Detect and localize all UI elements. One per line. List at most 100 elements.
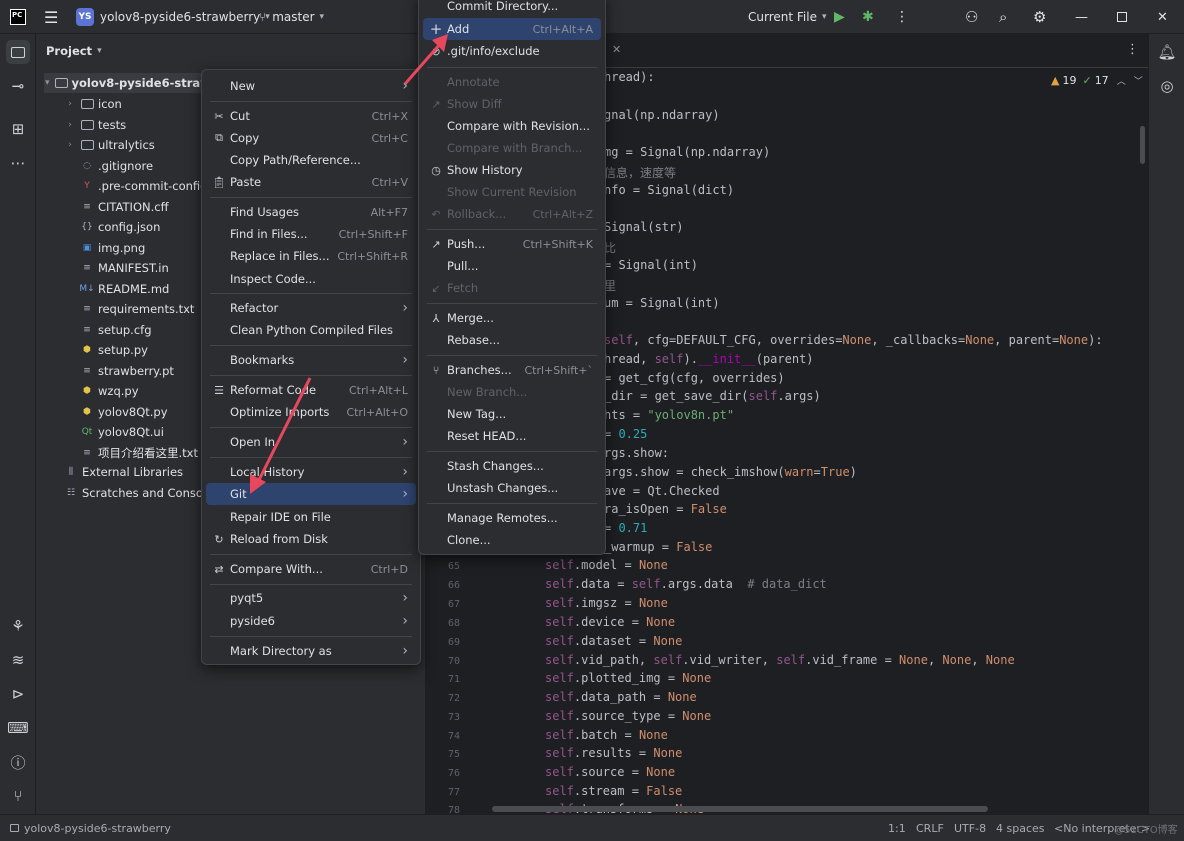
minimize-icon[interactable]: — — [1075, 0, 1088, 34]
menu-item-pyqt5[interactable]: pyqt5 › — [206, 587, 416, 609]
tree-folder[interactable]: › tests — [64, 115, 126, 135]
tree-file[interactable]: M↓ README.md — [79, 279, 169, 299]
more-tools-icon[interactable]: ⋯ — [6, 151, 30, 175]
menu-item-paste[interactable]: 📋︎ Paste Ctrl+V — [206, 171, 416, 193]
git-menu-item-unstash-changes[interactable]: Unstash Changes... — [423, 477, 601, 499]
git-menu-item-show-history[interactable]: ◷ Show History — [423, 159, 601, 181]
menu-item-pyside6[interactable]: pyside6 › — [206, 610, 416, 632]
git-menu-item-commit-directory[interactable]: Commit Directory... — [423, 0, 601, 17]
tree-file[interactable]: ⬢ setup.py — [80, 340, 148, 360]
menu-item-clean-python-compiled[interactable]: Clean Python Compiled Files — [206, 319, 416, 341]
tree-file[interactable]: ≡ requirements.txt — [80, 299, 194, 319]
menu-item-copy[interactable]: ⧉ Copy Ctrl+C — [206, 127, 416, 149]
tree-file[interactable]: ▣ img.png — [80, 238, 146, 258]
menu-item-compare-with[interactable]: ⇄ Compare With... Ctrl+D — [206, 558, 416, 580]
main-menu-icon[interactable]: ☰ — [44, 0, 58, 34]
status-project[interactable]: yolov8-pyside6-strawberry — [10, 815, 171, 841]
git-menu-item-git-info-exclude[interactable]: ⊘ .git/info/exclude — [423, 40, 601, 62]
tree-file[interactable]: ⬢ wzq.py — [80, 381, 138, 401]
git-menu-item-manage-remotes[interactable]: Manage Remotes... — [423, 507, 601, 529]
git-menu-item-compare-with-revision[interactable]: Compare with Revision... — [423, 115, 601, 137]
terminal-icon[interactable]: ⌨ — [6, 716, 30, 740]
menu-item-repair-ide[interactable]: Repair IDE on File — [206, 506, 416, 528]
scratches-and-consoles[interactable]: ☷ Scratches and Consoles — [64, 483, 219, 503]
tree-file[interactable]: ◌ .gitignore — [80, 156, 153, 176]
tree-folder[interactable]: › icon — [64, 94, 122, 114]
layers-icon[interactable]: ≋ — [6, 648, 30, 672]
menu-item-local-history[interactable]: Local History › — [206, 461, 416, 483]
close-tab-icon[interactable]: ✕ — [612, 43, 621, 56]
notifications-icon[interactable]: 🔔︎ — [1155, 40, 1179, 64]
menu-item-reformat-code[interactable]: ☰ Reformat Code Ctrl+Alt+L — [206, 379, 416, 401]
status-encoding[interactable]: UTF-8 — [954, 815, 986, 841]
menu-item-reload-from-disk[interactable]: ↻ Reload from Disk — [206, 528, 416, 550]
python-packages-icon[interactable]: ⚘ — [6, 614, 30, 638]
tree-root[interactable]: ▾ yolov8-pyside6-strawb — [44, 73, 219, 93]
status-position[interactable]: 1:1 — [888, 815, 906, 841]
code-with-me-icon[interactable]: ⚇ — [965, 0, 978, 34]
branch-selector[interactable]: ⑂ master ▾ — [259, 0, 324, 34]
status-line-separator[interactable]: CRLF — [916, 815, 944, 841]
git-menu-item-add[interactable]: + Add Ctrl+Alt+A — [423, 18, 601, 40]
search-icon[interactable]: ⌕ — [999, 0, 1007, 34]
horizontal-scrollbar[interactable] — [492, 806, 988, 812]
run-config-selector[interactable]: Current File ▾ — [748, 0, 827, 34]
structure-tool-icon[interactable]: ⊞ — [6, 117, 30, 141]
tree-file[interactable]: ≡ MANIFEST.in — [80, 258, 169, 278]
more-tabs-icon[interactable]: ⋮ — [1126, 42, 1139, 57]
git-menu-item-clone[interactable]: Clone... — [423, 529, 601, 551]
gear-icon[interactable]: ⚙ — [1033, 0, 1046, 34]
menu-item-refactor[interactable]: Refactor › — [206, 297, 416, 319]
app-logo-icon[interactable]: PC — [10, 0, 26, 34]
project-selector[interactable]: YS yolov8-pyside6-strawberry ▾ — [76, 0, 270, 34]
chevron-up-icon[interactable]: ︿ — [1117, 74, 1126, 87]
tree-file[interactable]: Y .pre-commit-config.y — [80, 176, 218, 196]
external-libraries[interactable]: ⫼ External Libraries — [64, 462, 183, 482]
menu-item-replace-in-files[interactable]: Replace in Files... Ctrl+Shift+R — [206, 245, 416, 267]
git-menu-item-new-tag[interactable]: New Tag... — [423, 403, 601, 425]
inspection-widget[interactable]: ▲ 19 ✓ 17 ︿ ﹀ — [1051, 74, 1143, 87]
tree-folder[interactable]: › ultralytics — [64, 135, 155, 155]
git-menu-item-rebase[interactable]: Rebase... — [423, 329, 601, 351]
tree-file[interactable]: ≡ 项目介绍看这里.txt — [80, 443, 198, 463]
menu-item-new[interactable]: New › — [206, 75, 416, 97]
git-menu-item-push[interactable]: ↗ Push... Ctrl+Shift+K — [423, 233, 601, 255]
run-icon[interactable]: ▶ — [834, 0, 845, 34]
git-menu-item-reset-head[interactable]: Reset HEAD... — [423, 425, 601, 447]
vertical-scrollbar[interactable] — [1140, 126, 1145, 164]
code-line: self.data = self.args.data # data_dict — [545, 577, 827, 591]
problems-icon[interactable]: ⓘ — [6, 750, 30, 774]
chevron-down-icon[interactable]: ﹀ — [1134, 74, 1143, 87]
menu-item-find-in-files[interactable]: Find in Files... Ctrl+Shift+F — [206, 223, 416, 245]
git-tool-icon[interactable]: ⑂ — [6, 784, 30, 808]
tree-file[interactable]: {} config.json — [80, 217, 160, 237]
project-tool-icon[interactable] — [6, 40, 30, 64]
menu-item-bookmarks[interactable]: Bookmarks › — [206, 349, 416, 371]
tree-file[interactable]: ≡ CITATION.cff — [80, 197, 168, 217]
git-menu-item-branches[interactable]: ⑂ Branches... Ctrl+Shift+` — [423, 359, 601, 381]
menu-item-find-usages[interactable]: Find Usages Alt+F7 — [206, 201, 416, 223]
menu-item-open-in[interactable]: Open In › — [206, 431, 416, 453]
tree-file[interactable]: ≡ setup.cfg — [80, 320, 151, 340]
git-menu-item-stash-changes[interactable]: Stash Changes... — [423, 455, 601, 477]
tree-file[interactable]: ≡ strawberry.pt — [80, 361, 174, 381]
more-icon[interactable]: ⋮ — [895, 0, 909, 34]
maximize-icon[interactable] — [1117, 0, 1127, 34]
debug-icon[interactable]: ✱ — [862, 0, 874, 34]
project-panel-header[interactable]: Project ▾ — [46, 41, 102, 61]
menu-item-cut[interactable]: ✂ Cut Ctrl+X — [206, 105, 416, 127]
tree-file[interactable]: Qt yolov8Qt.ui — [80, 422, 164, 442]
menu-item-optimize-imports[interactable]: Optimize Imports Ctrl+Alt+O — [206, 401, 416, 423]
commit-tool-icon[interactable]: ⊸ — [6, 74, 30, 98]
ai-assistant-icon[interactable]: ◎ — [1155, 74, 1179, 98]
status-indent[interactable]: 4 spaces — [996, 815, 1045, 841]
menu-item-copy-path[interactable]: Copy Path/Reference... — [206, 149, 416, 171]
services-icon[interactable]: ⊳ — [6, 682, 30, 706]
git-menu-item-pull[interactable]: Pull... — [423, 255, 601, 277]
close-icon[interactable]: ✕ — [1157, 0, 1168, 34]
git-menu-item-merge[interactable]: ⅄ Merge... — [423, 307, 601, 329]
tree-file[interactable]: ⬢ yolov8Qt.py — [80, 402, 167, 422]
menu-item-git[interactable]: Git › — [206, 483, 416, 505]
menu-item-inspect-code[interactable]: Inspect Code... — [206, 268, 416, 290]
menu-item-mark-directory-as[interactable]: Mark Directory as › — [206, 640, 416, 662]
